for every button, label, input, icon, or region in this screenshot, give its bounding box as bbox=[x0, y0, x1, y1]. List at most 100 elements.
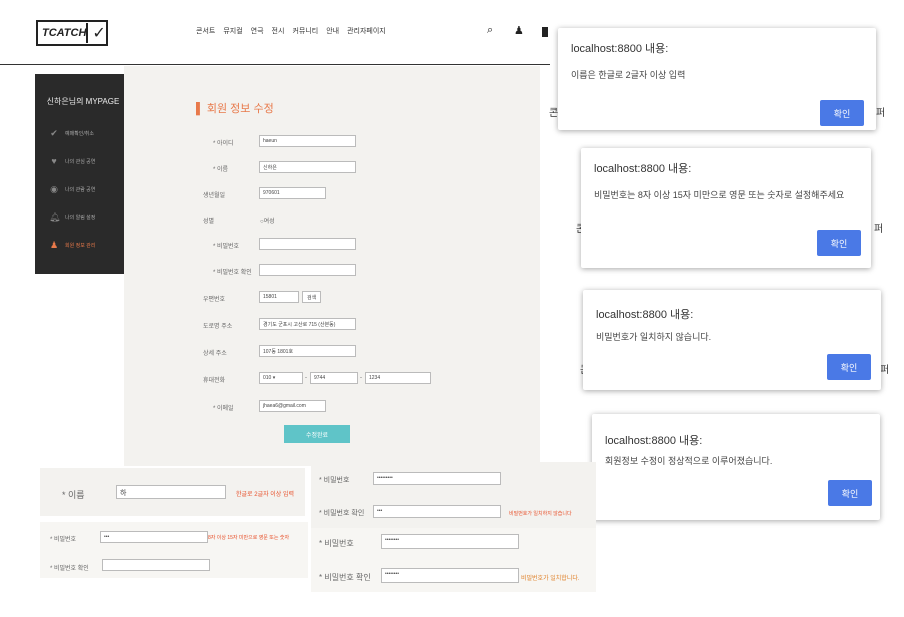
road-address-label: 도로명 주소 bbox=[203, 324, 233, 330]
user-icon[interactable]: ♟ bbox=[514, 24, 524, 37]
nav-item-musical[interactable]: 뮤지컬 bbox=[223, 26, 242, 36]
password-confirm-field[interactable]: •••••••• bbox=[381, 568, 519, 583]
name-field[interactable]: 하 bbox=[116, 485, 226, 499]
bookmark-icon[interactable] bbox=[542, 27, 548, 37]
sidebar-title: 신하은님의 MYPAGE bbox=[46, 97, 120, 106]
phone-separator: - bbox=[305, 375, 307, 381]
dialog-message: 비밀번호가 일치하지 않습니다. bbox=[596, 332, 712, 342]
detail-address-field[interactable]: 107동 1801호 bbox=[259, 345, 356, 357]
dialog-message: 이름은 한글로 2글자 이상 입력 bbox=[571, 70, 686, 80]
peek-text: 퍼 bbox=[880, 365, 890, 376]
phone-separator: - bbox=[360, 375, 362, 381]
snippet-password-mismatch: * 비밀번호 ••••••••• * 비밀번호 확인 ••• 비밀번호가 일치하… bbox=[311, 462, 596, 528]
nav-item-play[interactable]: 연극 bbox=[251, 26, 264, 36]
email-label: * 이메일 bbox=[213, 406, 234, 412]
id-label: * 아이디 bbox=[213, 141, 234, 147]
dialog-message: 비밀번호는 8자 이상 15자 미만으로 영문 또는 숫자로 설정해주세요 bbox=[594, 190, 845, 200]
password-field[interactable]: ••••••••• bbox=[373, 472, 501, 485]
sidebar-item-label: 나의 알림 설정 bbox=[65, 214, 96, 221]
dialog-ok-button[interactable]: 확인 bbox=[820, 100, 864, 126]
pw-label: * 비밀번호 bbox=[213, 244, 240, 250]
pw-confirm-label: * 비밀번호 확인 bbox=[319, 510, 365, 517]
alert-dialog-name: localhost:8800 내용: 이름은 한글로 2글자 이상 입력 확인 bbox=[558, 28, 876, 130]
main-nav: 콘서트 뮤지컬 연극 전시 커뮤니티 안내 관리자페이지 bbox=[196, 26, 386, 36]
alert-dialog-success: localhost:8800 내용: 회원정보 수정이 정상적으로 이루어졌습니… bbox=[592, 414, 880, 520]
sidebar-item-watched[interactable]: ◉ 나의 관람 공연 bbox=[35, 175, 131, 203]
nav-item-admin[interactable]: 관리자페이지 bbox=[347, 26, 386, 36]
eye-icon: ◉ bbox=[50, 183, 58, 194]
sidebar-item-favorites[interactable]: ♥ 나의 관심 공연 bbox=[35, 147, 131, 175]
check-icon: ✔ bbox=[50, 127, 58, 138]
snippet-password-rule: * 비밀번호 ••• 8자 이상 15자 미만으로 영문 또는 숫자 * 비밀번… bbox=[40, 522, 308, 578]
nav-item-community[interactable]: 커뮤니티 bbox=[292, 26, 318, 36]
page-title: ▌ 회원 정보 수정 bbox=[196, 100, 274, 116]
snippet-password-match: * 비밀번호 •••••••• * 비밀번호 확인 •••••••• 비밀번호가… bbox=[311, 528, 596, 592]
pw-confirm-label: * 비밀번호 확인 bbox=[213, 270, 252, 276]
sidebar-item-label: 예매확인/취소 bbox=[65, 130, 94, 137]
id-field[interactable]: haeun bbox=[259, 135, 356, 147]
email-field[interactable]: jhaea6@gmail.com bbox=[259, 400, 326, 412]
nav-item-guide[interactable]: 안내 bbox=[326, 26, 339, 36]
pw-confirm-label: * 비밀번호 확인 bbox=[50, 566, 89, 572]
logo-check-icon: ✓ bbox=[86, 23, 106, 43]
dialog-ok-button[interactable]: 확인 bbox=[827, 354, 871, 380]
name-label: * 이름 bbox=[62, 490, 85, 500]
birth-field[interactable]: 970601 bbox=[259, 187, 326, 199]
dialog-title: localhost:8800 내용: bbox=[605, 435, 703, 447]
chevron-down-icon: ▾ bbox=[272, 375, 276, 381]
pw-label: * 비밀번호 bbox=[50, 537, 77, 543]
phone-label: 휴대전화 bbox=[203, 378, 226, 384]
password-field[interactable]: ••• bbox=[100, 531, 208, 543]
peek-text: 퍼 bbox=[874, 224, 884, 235]
sidebar-item-notifications[interactable]: 🔔︎ 나의 알림 설정 bbox=[35, 203, 131, 231]
nav-item-exhibition[interactable]: 전시 bbox=[272, 26, 285, 36]
dialog-ok-button[interactable]: 확인 bbox=[817, 230, 861, 256]
page-title-text: 회원 정보 수정 bbox=[206, 103, 274, 115]
password-match-text: 비밀번호가 일치합니다. bbox=[521, 576, 580, 582]
road-address-field[interactable]: 경기도 군포시 고산로 715 (산본동) bbox=[259, 318, 356, 330]
password-field[interactable] bbox=[259, 238, 356, 250]
alert-dialog-password-mismatch: localhost:8800 내용: 비밀번호가 일치하지 않습니다. 확인 bbox=[583, 290, 881, 390]
dialog-message: 회원정보 수정이 정상적으로 이루어졌습니다. bbox=[605, 456, 773, 466]
birth-label: 생년월일 bbox=[203, 193, 226, 199]
peek-text: 퍼 bbox=[876, 108, 886, 119]
password-confirm-field[interactable] bbox=[259, 264, 356, 276]
submit-button[interactable]: 수정완료 bbox=[284, 425, 350, 443]
password-confirm-field[interactable] bbox=[102, 559, 210, 571]
pw-confirm-label: * 비밀번호 확인 bbox=[319, 573, 371, 582]
dialog-ok-button[interactable]: 확인 bbox=[828, 480, 872, 506]
phone-prefix-value: 010 bbox=[263, 375, 272, 381]
zip-field[interactable]: 15801 bbox=[259, 291, 299, 303]
sidebar-item-label: 나의 관심 공연 bbox=[65, 158, 96, 165]
pw-label: * 비밀번호 bbox=[319, 477, 350, 484]
logo-text: TCATCH bbox=[42, 27, 87, 39]
logo[interactable]: TCATCH ✓ bbox=[36, 20, 108, 46]
password-error-text: 8자 이상 15자 미만으로 영문 또는 숫자 bbox=[208, 535, 290, 541]
alert-dialog-password-rule: localhost:8800 내용: 비밀번호는 8자 이상 15자 미만으로 … bbox=[581, 148, 871, 268]
dialog-title: localhost:8800 내용: bbox=[594, 163, 692, 175]
peek-text: 콘 bbox=[549, 108, 559, 119]
heart-icon: ♥ bbox=[51, 156, 57, 166]
password-confirm-field[interactable]: ••• bbox=[373, 505, 501, 518]
pw-label: * 비밀번호 bbox=[319, 539, 354, 548]
gender-value: 여성 bbox=[263, 219, 275, 225]
nav-item-concert[interactable]: 콘서트 bbox=[196, 26, 215, 36]
password-field[interactable]: •••••••• bbox=[381, 534, 519, 549]
detail-address-label: 상세 주소 bbox=[203, 351, 227, 357]
phone-middle-field[interactable]: 9744 bbox=[310, 372, 358, 384]
phone-prefix-select[interactable]: 010 ▾ bbox=[259, 372, 303, 384]
sidebar-item-member-info[interactable]: ♟ 회원 정보 관리 bbox=[35, 231, 131, 259]
bookmark-icon: ▌ bbox=[196, 103, 204, 115]
dialog-title: localhost:8800 내용: bbox=[571, 43, 669, 55]
name-error-text: 한글로 2글자 이상 입력 bbox=[236, 492, 295, 498]
name-field[interactable]: 신하은 bbox=[259, 161, 356, 173]
name-label: * 이름 bbox=[213, 167, 229, 173]
gender-radio[interactable]: ○여성 bbox=[260, 216, 275, 225]
sidebar-item-reservations[interactable]: ✔ 예매확인/취소 bbox=[35, 119, 131, 147]
search-icon[interactable]: ⌕ bbox=[487, 24, 493, 37]
zip-label: 우편번호 bbox=[203, 297, 226, 303]
bell-icon: 🔔︎ bbox=[49, 211, 61, 222]
sidebar-item-label: 나의 관람 공연 bbox=[65, 186, 96, 193]
phone-last-field[interactable]: 1234 bbox=[365, 372, 431, 384]
zip-search-button[interactable]: 검색 bbox=[302, 291, 322, 303]
